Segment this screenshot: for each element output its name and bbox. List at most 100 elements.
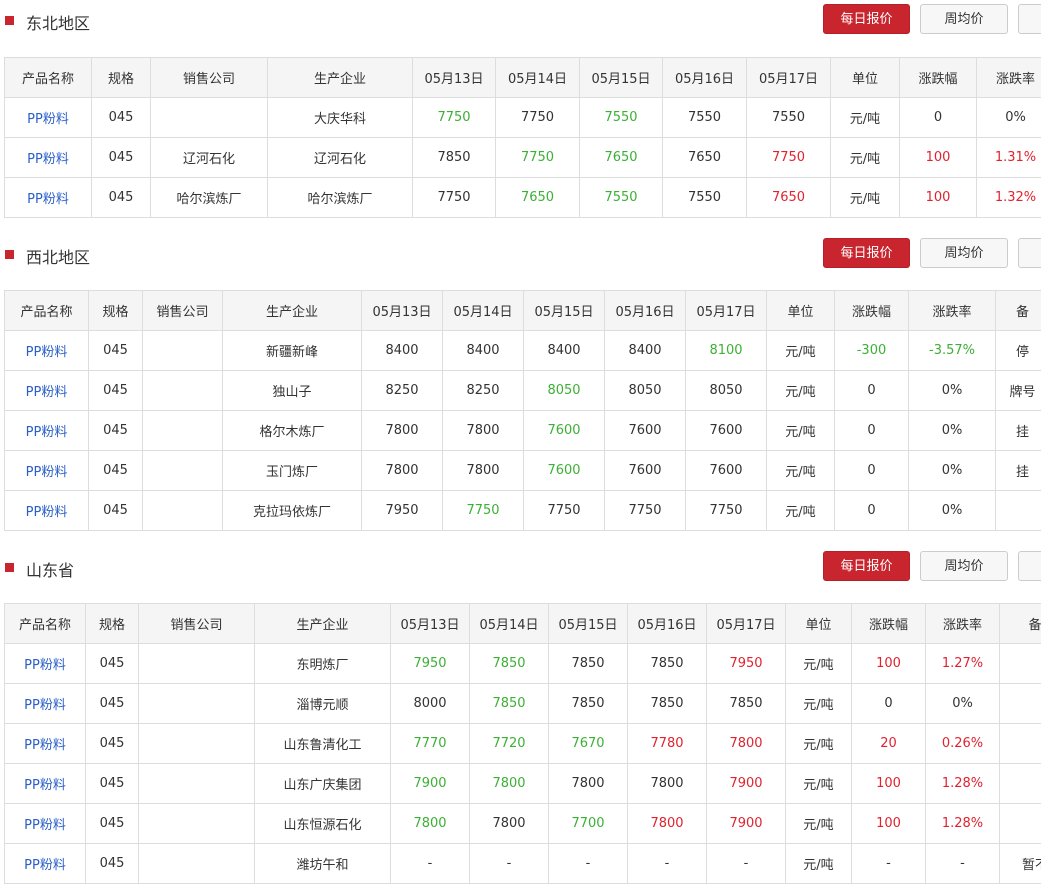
seller-cell <box>138 723 255 764</box>
section-header: 东北地区 每日报价 周均价 <box>0 0 1041 40</box>
column-header: 销售公司 <box>142 290 223 331</box>
change-rate-cell: 0% <box>976 97 1041 138</box>
producer-cell: 东明炼厂 <box>254 643 391 684</box>
price-cell: 7850 <box>412 137 496 178</box>
price-cell: 7550 <box>746 97 831 138</box>
change-cell: 100 <box>851 643 926 684</box>
product-link[interactable]: PP粉料 <box>4 330 89 371</box>
column-header: 05月13日 <box>390 603 470 644</box>
column-header: 05月16日 <box>662 57 747 98</box>
price-cell: 7950 <box>361 490 443 531</box>
column-header: 05月15日 <box>579 57 663 98</box>
table-header-row: 产品名称 规格 销售公司 生产企业 05月13日 05月14日 05月15日 05月16日 05… <box>4 603 1041 644</box>
price-cell: 7750 <box>412 177 496 218</box>
product-link[interactable]: PP粉料 <box>4 803 86 844</box>
change-rate-cell: 0% <box>925 683 1000 724</box>
price-cell: 7750 <box>495 97 580 138</box>
price-cell: 7770 <box>390 723 470 764</box>
product-link[interactable]: PP粉料 <box>4 370 89 411</box>
daily-quote-button[interactable]: 每日报价 <box>823 4 910 34</box>
note-cell: 暂不 <box>999 843 1041 884</box>
product-link[interactable]: PP粉料 <box>4 723 86 764</box>
price-cell: 7900 <box>706 763 786 804</box>
column-header: 单位 <box>830 57 900 98</box>
section-header: 山东省 每日报价 周均价 <box>0 547 1041 587</box>
region-section: 西北地区 每日报价 周均价 产品名称 规格 销售公司 生产企业 05月13日 05月14日 05月… <box>0 234 1041 531</box>
weekly-average-button[interactable]: 周均价 <box>920 551 1008 581</box>
region-section: 东北地区 每日报价 周均价 产品名称 规格 销售公司 生产企业 05月13日 05月14日 05月… <box>0 0 1041 218</box>
more-button[interactable] <box>1018 4 1041 34</box>
note-cell: 牌号 <box>995 370 1041 411</box>
note-cell <box>999 683 1041 724</box>
product-link[interactable]: PP粉料 <box>4 450 89 491</box>
change-rate-cell: 1.27% <box>925 643 1000 684</box>
seller-cell <box>142 450 223 491</box>
column-header: 05月15日 <box>523 290 605 331</box>
product-link[interactable]: PP粉料 <box>4 97 92 138</box>
price-cell: 7850 <box>548 683 628 724</box>
product-link[interactable]: PP粉料 <box>4 177 92 218</box>
price-cell: 7600 <box>685 410 767 451</box>
price-cell: 8400 <box>604 330 686 371</box>
more-button[interactable] <box>1018 551 1041 581</box>
column-header: 涨跌率 <box>925 603 1000 644</box>
spec-cell: 045 <box>85 843 139 884</box>
change-rate-cell: 1.28% <box>925 803 1000 844</box>
table-row: PP粉料 045 大庆华科 7750 7750 7550 7550 7550 元/吨 0 0% <box>4 97 1041 138</box>
seller-cell <box>150 97 268 138</box>
product-link[interactable]: PP粉料 <box>4 490 89 531</box>
product-link[interactable]: PP粉料 <box>4 137 92 178</box>
product-link[interactable]: PP粉料 <box>4 643 86 684</box>
more-button[interactable] <box>1018 238 1041 268</box>
section-title: 东北地区 <box>26 14 91 33</box>
price-cell: - <box>706 843 786 884</box>
change-cell: 0 <box>834 450 909 491</box>
seller-cell: 辽河石化 <box>150 137 268 178</box>
change-cell: 100 <box>851 763 926 804</box>
table-row: PP粉料 045 哈尔滨炼厂 哈尔滨炼厂 7750 7650 7550 7550 7650 元/吨… <box>4 177 1041 218</box>
producer-cell: 玉门炼厂 <box>222 450 362 491</box>
table-row: PP粉料 045 克拉玛依炼厂 7950 7750 7750 7750 7750 元/吨 0 0% <box>4 490 1041 531</box>
price-cell: 7550 <box>662 177 747 218</box>
weekly-average-button[interactable]: 周均价 <box>920 4 1008 34</box>
unit-cell: 元/吨 <box>785 803 852 844</box>
daily-quote-button[interactable]: 每日报价 <box>823 238 910 268</box>
change-cell: - <box>851 843 926 884</box>
producer-cell: 格尔木炼厂 <box>222 410 362 451</box>
seller-cell: 哈尔滨炼厂 <box>150 177 268 218</box>
price-cell: 7600 <box>604 410 686 451</box>
unit-cell: 元/吨 <box>766 410 835 451</box>
price-cell: 7720 <box>469 723 549 764</box>
unit-cell: 元/吨 <box>830 177 900 218</box>
column-header: 涨跌幅 <box>899 57 977 98</box>
table-row: PP粉料 045 东明炼厂 7950 7850 7850 7850 7950 元/吨 100 1.2… <box>4 643 1041 684</box>
change-rate-cell: 0% <box>908 450 996 491</box>
producer-cell: 辽河石化 <box>267 137 413 178</box>
producer-cell: 淄博元顺 <box>254 683 391 724</box>
producer-cell: 大庆华科 <box>267 97 413 138</box>
price-cell: - <box>390 843 470 884</box>
column-header: 05月13日 <box>412 57 496 98</box>
table-row: PP粉料 045 山东鲁清化工 7770 7720 7670 7780 7800 元/吨 20 0.… <box>4 723 1041 764</box>
price-cell: 7750 <box>412 97 496 138</box>
daily-quote-button[interactable]: 每日报价 <box>823 551 910 581</box>
column-header: 销售公司 <box>138 603 255 644</box>
weekly-average-button[interactable]: 周均价 <box>920 238 1008 268</box>
price-cell: 7600 <box>685 450 767 491</box>
price-cell: 7600 <box>523 410 605 451</box>
price-cell: 7800 <box>469 803 549 844</box>
product-link[interactable]: PP粉料 <box>4 683 86 724</box>
price-cell: 7750 <box>523 490 605 531</box>
price-cell: 7900 <box>706 803 786 844</box>
product-link[interactable]: PP粉料 <box>4 763 86 804</box>
unit-cell: 元/吨 <box>785 643 852 684</box>
spec-cell: 045 <box>85 643 139 684</box>
change-rate-cell: 1.32% <box>976 177 1041 218</box>
product-link[interactable]: PP粉料 <box>4 843 86 884</box>
change-cell: 100 <box>899 137 977 178</box>
unit-cell: 元/吨 <box>785 723 852 764</box>
change-cell: 0 <box>899 97 977 138</box>
product-link[interactable]: PP粉料 <box>4 410 89 451</box>
column-header: 销售公司 <box>150 57 268 98</box>
table-row: PP粉料 045 山东恒源石化 7800 7800 7700 7800 7900 元/吨 100 1… <box>4 803 1041 844</box>
